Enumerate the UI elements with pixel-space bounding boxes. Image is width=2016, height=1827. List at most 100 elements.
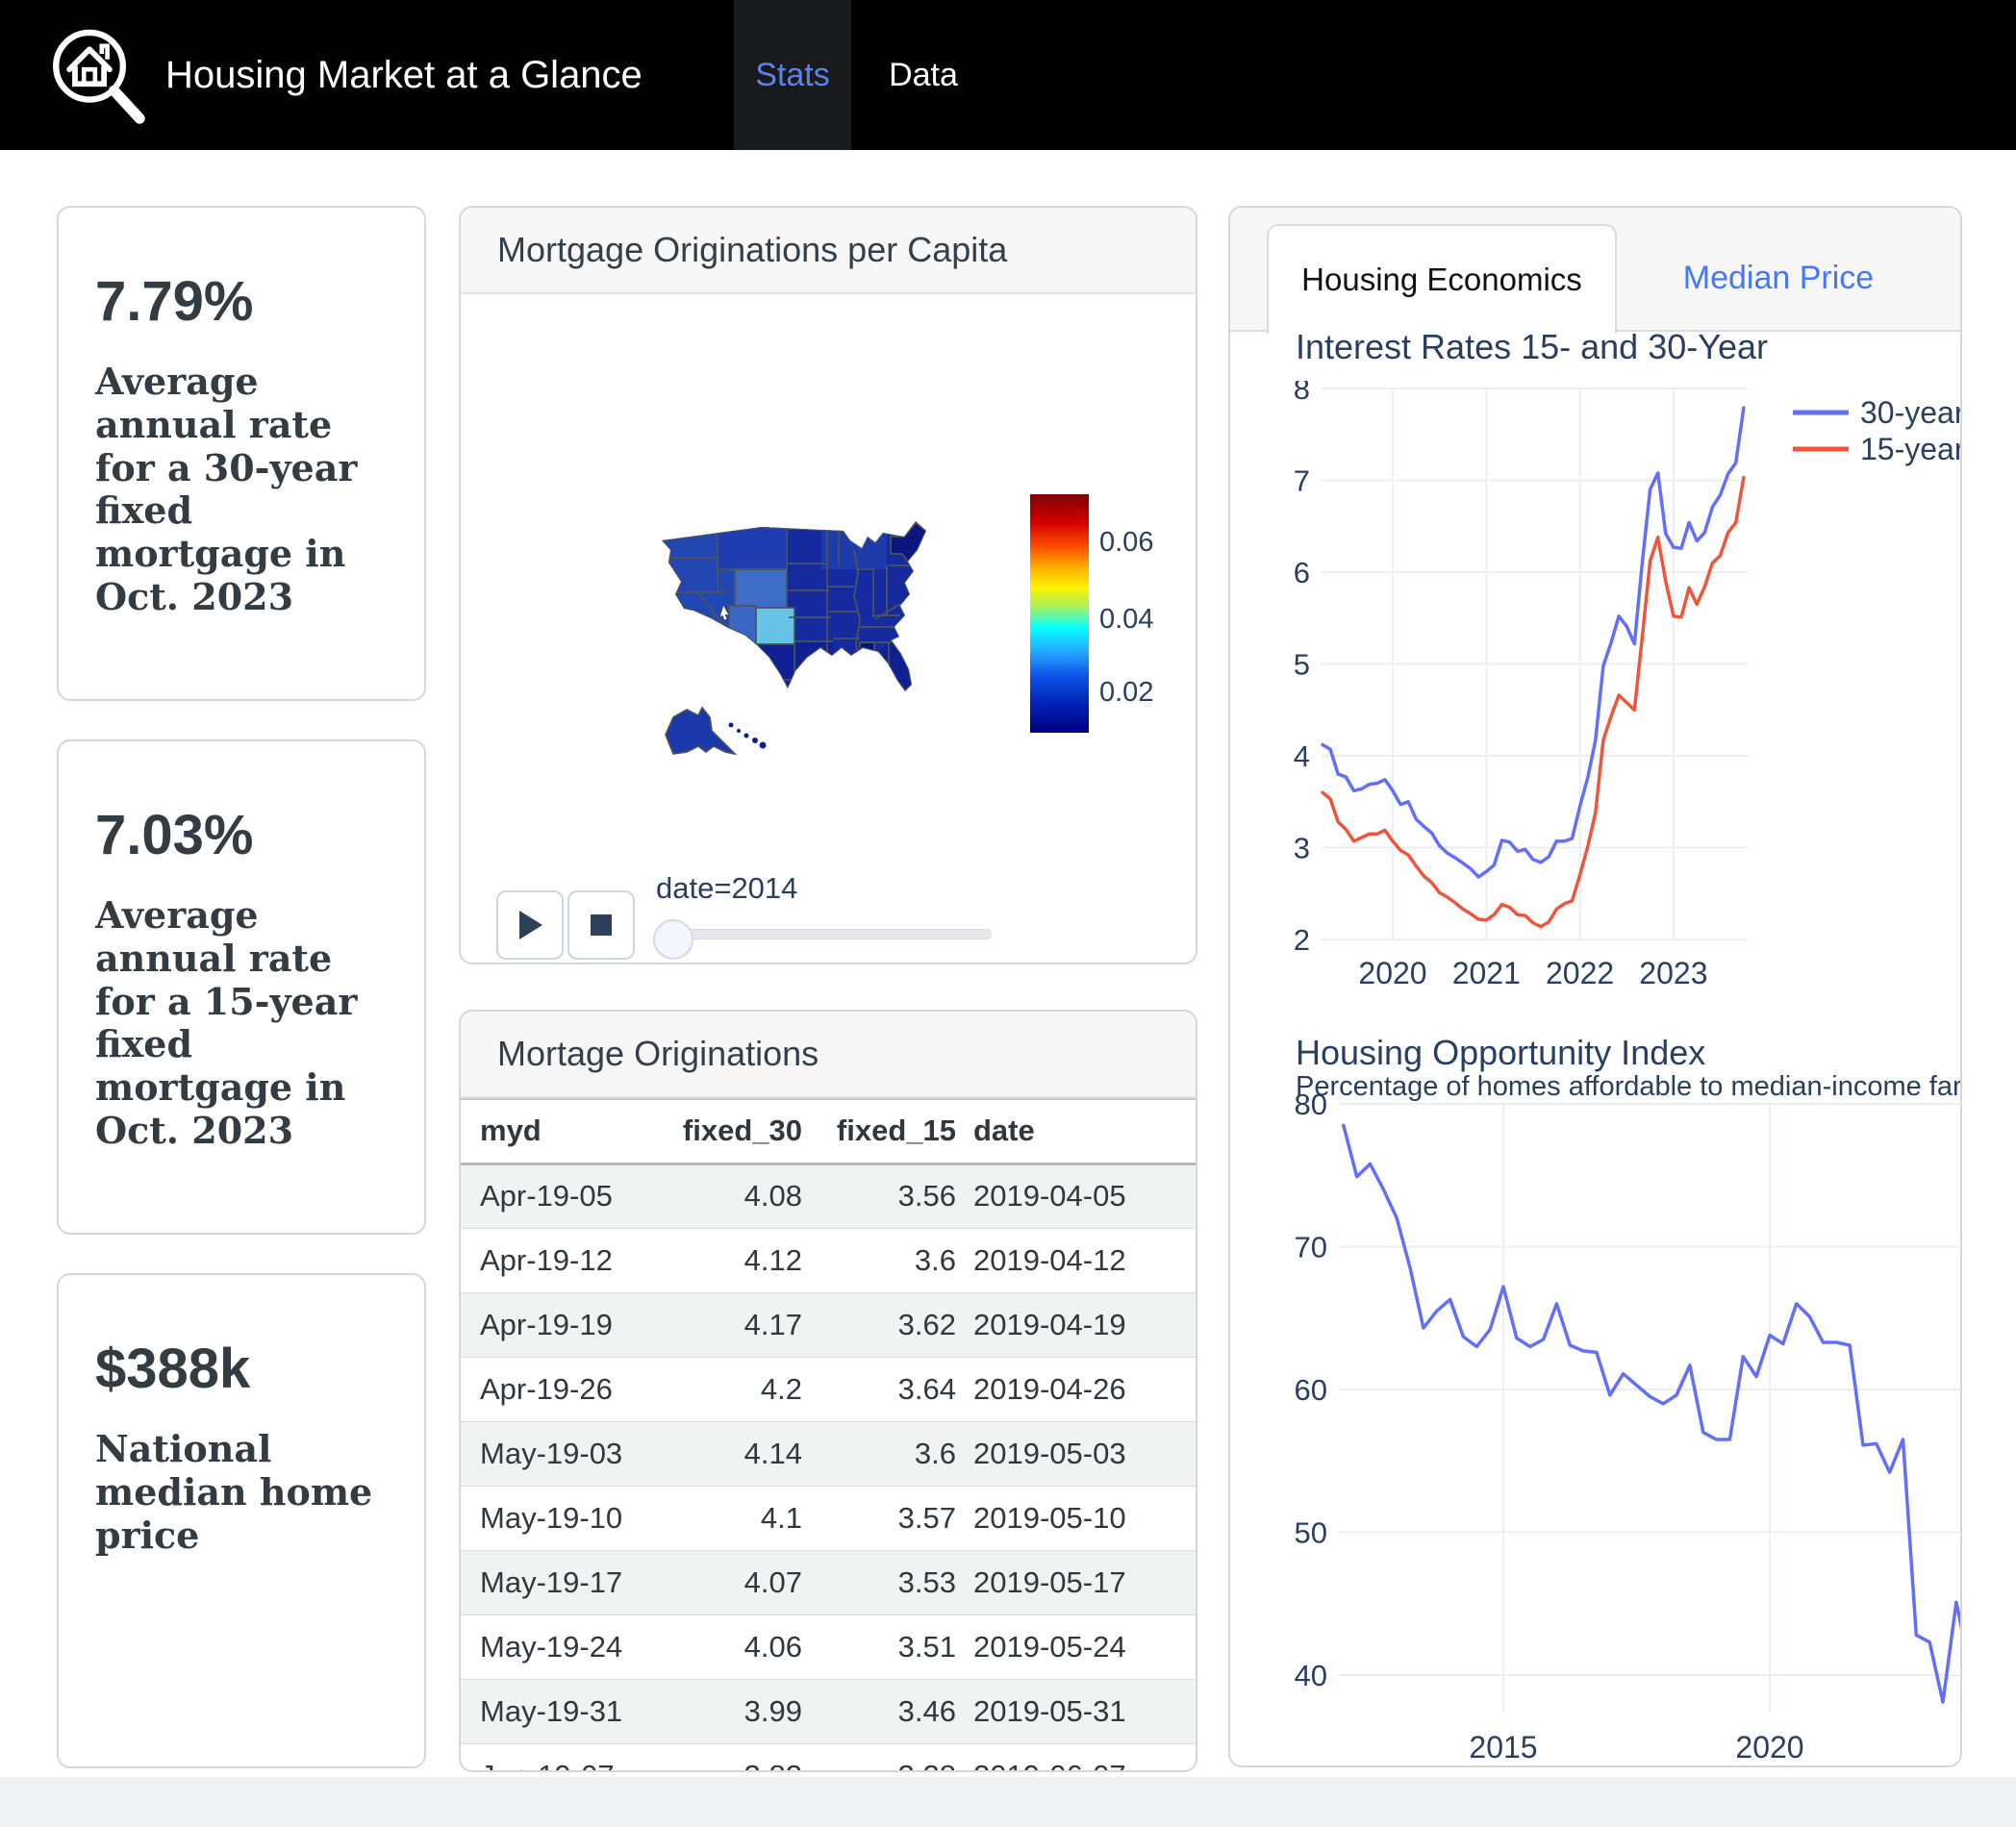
- stat-card-15yr: 7.03% Average annual rate for a 15-year …: [57, 739, 426, 1235]
- table-cell: 2019-04-19: [956, 1292, 1196, 1357]
- y-tick-label: 70: [1295, 1231, 1327, 1264]
- table-row: Jun-19-073.823.282019-06-07: [461, 1743, 1196, 1772]
- table-cell: Apr-19-05: [461, 1164, 668, 1228]
- x-tick-label: 2015: [1469, 1730, 1537, 1764]
- stat-card-median-price: $388k National median home price: [57, 1273, 426, 1768]
- table-cell: 4.2: [668, 1357, 802, 1421]
- stat-value-30yr: 7.79%: [95, 269, 397, 334]
- table-cell: 3.46: [802, 1679, 956, 1743]
- page-title: Housing Market at a Glance: [165, 0, 643, 150]
- x-tick-label: 2020: [1735, 1730, 1803, 1764]
- map-card-title: Mortgage Originations per Capita: [497, 230, 1007, 270]
- table-cell: 2019-05-24: [956, 1614, 1196, 1679]
- x-tick-label: 2021: [1452, 956, 1521, 990]
- stat-value-median-price: $388k: [95, 1337, 397, 1401]
- col-header-fixed30: fixed_30: [668, 1099, 802, 1164]
- series-line-30-year: [1323, 408, 1744, 877]
- charts-card: Housing Economics Median Price Interest …: [1228, 206, 1962, 1767]
- stop-icon: [589, 913, 614, 938]
- table-cell: May-19-03: [461, 1421, 668, 1486]
- table-row: May-19-034.143.62019-05-03: [461, 1421, 1196, 1486]
- play-button[interactable]: [496, 890, 564, 960]
- colorbar-tick: 0.02: [1099, 677, 1197, 709]
- colorbar-tick: 0.06: [1099, 527, 1197, 559]
- table-cell: 4.08: [668, 1164, 802, 1228]
- interest-rates-chart[interactable]: 2345678202020212022202330-year15-year: [1283, 381, 1962, 1006]
- table-cell: 2019-04-26: [956, 1357, 1196, 1421]
- table-cell: Apr-19-19: [461, 1292, 668, 1357]
- y-tick-label: 5: [1294, 648, 1310, 682]
- table-cell: 3.28: [802, 1743, 956, 1772]
- table-card: Mortage Originations myd fixed_30 fixed_…: [459, 1010, 1197, 1772]
- series-line-Housing Opportunity Index: [1344, 1125, 1962, 1702]
- table-cell: 3.6: [802, 1421, 956, 1486]
- table-cell: 3.99: [668, 1679, 802, 1743]
- hoi-chart-title: Housing Opportunity Index: [1296, 1033, 1705, 1073]
- choropleth-map[interactable]: 0.06 0.04 0.02 date=2014 201420162018202…: [461, 294, 1196, 964]
- table-row: Apr-19-264.23.642019-04-26: [461, 1357, 1196, 1421]
- stat-desc-30yr: Average annual rate for a 30-year fixed …: [95, 361, 397, 619]
- interest-chart-title: Interest Rates 15- and 30-Year: [1296, 327, 1768, 367]
- table-cell: 2019-05-17: [956, 1550, 1196, 1614]
- table-cell: May-19-24: [461, 1614, 668, 1679]
- colorbar-tick: 0.04: [1099, 604, 1197, 636]
- table-cell: 2019-05-10: [956, 1486, 1196, 1550]
- y-tick-label: 3: [1294, 832, 1310, 865]
- us-choropleth-svg[interactable]: [617, 512, 1002, 762]
- table-cell: Apr-19-12: [461, 1228, 668, 1292]
- table-cell: 2019-05-31: [956, 1679, 1196, 1743]
- housing-opportunity-index-chart[interactable]: 405060708020152020: [1283, 1092, 1962, 1765]
- stat-desc-median-price: National median home price: [95, 1428, 397, 1557]
- app-header: Housing Market at a Glance Stats Data: [0, 0, 2016, 150]
- x-tick-label: 2023: [1639, 956, 1707, 990]
- table-cell: 4.17: [668, 1292, 802, 1357]
- stop-button[interactable]: [567, 890, 635, 960]
- house-magnifier-logo-icon: [40, 19, 152, 131]
- table-row: May-19-244.063.512019-05-24: [461, 1614, 1196, 1679]
- x-tick-label: 2020: [1358, 956, 1426, 990]
- table-row: Apr-19-054.083.562019-04-05: [461, 1164, 1196, 1228]
- table-card-header: Mortage Originations: [461, 1012, 1196, 1098]
- y-tick-label: 6: [1294, 556, 1310, 589]
- nav-tab-data[interactable]: Data: [870, 0, 976, 150]
- table-cell: Jun-19-07: [461, 1743, 668, 1772]
- table-cell: May-19-17: [461, 1550, 668, 1614]
- tab-median-price[interactable]: Median Price: [1634, 224, 1923, 332]
- colorbar: [1030, 494, 1089, 733]
- animation-frame-label: date=2014: [656, 871, 797, 906]
- stat-value-15yr: 7.03%: [95, 803, 397, 867]
- map-card: Mortgage Originations per Capita: [459, 206, 1197, 964]
- map-card-header: Mortgage Originations per Capita: [461, 208, 1196, 294]
- stat-card-30yr: 7.79% Average annual rate for a 30-year …: [57, 206, 426, 701]
- y-tick-label: 60: [1295, 1373, 1327, 1407]
- footer-strip: [0, 1777, 2016, 1827]
- date-slider-handle[interactable]: [653, 919, 693, 960]
- y-tick-label: 7: [1294, 464, 1310, 498]
- tab-housing-economics[interactable]: Housing Economics: [1267, 224, 1617, 334]
- col-header-fixed15: fixed_15: [802, 1099, 956, 1164]
- table-cell: May-19-31: [461, 1679, 668, 1743]
- table-cell: 4.12: [668, 1228, 802, 1292]
- y-tick-label: 50: [1295, 1516, 1327, 1550]
- table-cell: 3.64: [802, 1357, 956, 1421]
- table-header-row: myd fixed_30 fixed_15 date: [461, 1099, 1196, 1164]
- nav-tab-stats[interactable]: Stats: [734, 0, 851, 150]
- table-row: May-19-313.993.462019-05-31: [461, 1679, 1196, 1743]
- table-row: Apr-19-124.123.62019-04-12: [461, 1228, 1196, 1292]
- x-tick-label: 2022: [1546, 956, 1614, 990]
- table-cell: 4.06: [668, 1614, 802, 1679]
- play-icon: [516, 909, 544, 941]
- col-header-date: date: [956, 1099, 1196, 1164]
- table-row: May-19-104.13.572019-05-10: [461, 1486, 1196, 1550]
- table-cell: 2019-04-12: [956, 1228, 1196, 1292]
- legend-label: 15-year: [1860, 432, 1962, 466]
- table-cell: 4.14: [668, 1421, 802, 1486]
- date-slider-track[interactable]: [674, 929, 992, 939]
- table-cell: 3.51: [802, 1614, 956, 1679]
- table-cell: 3.53: [802, 1550, 956, 1614]
- stat-desc-15yr: Average annual rate for a 15-year fixed …: [95, 894, 397, 1153]
- y-tick-label: 8: [1294, 381, 1310, 406]
- table-row: Apr-19-194.173.622019-04-19: [461, 1292, 1196, 1357]
- y-tick-label: 80: [1295, 1092, 1327, 1121]
- table-cell: 3.62: [802, 1292, 956, 1357]
